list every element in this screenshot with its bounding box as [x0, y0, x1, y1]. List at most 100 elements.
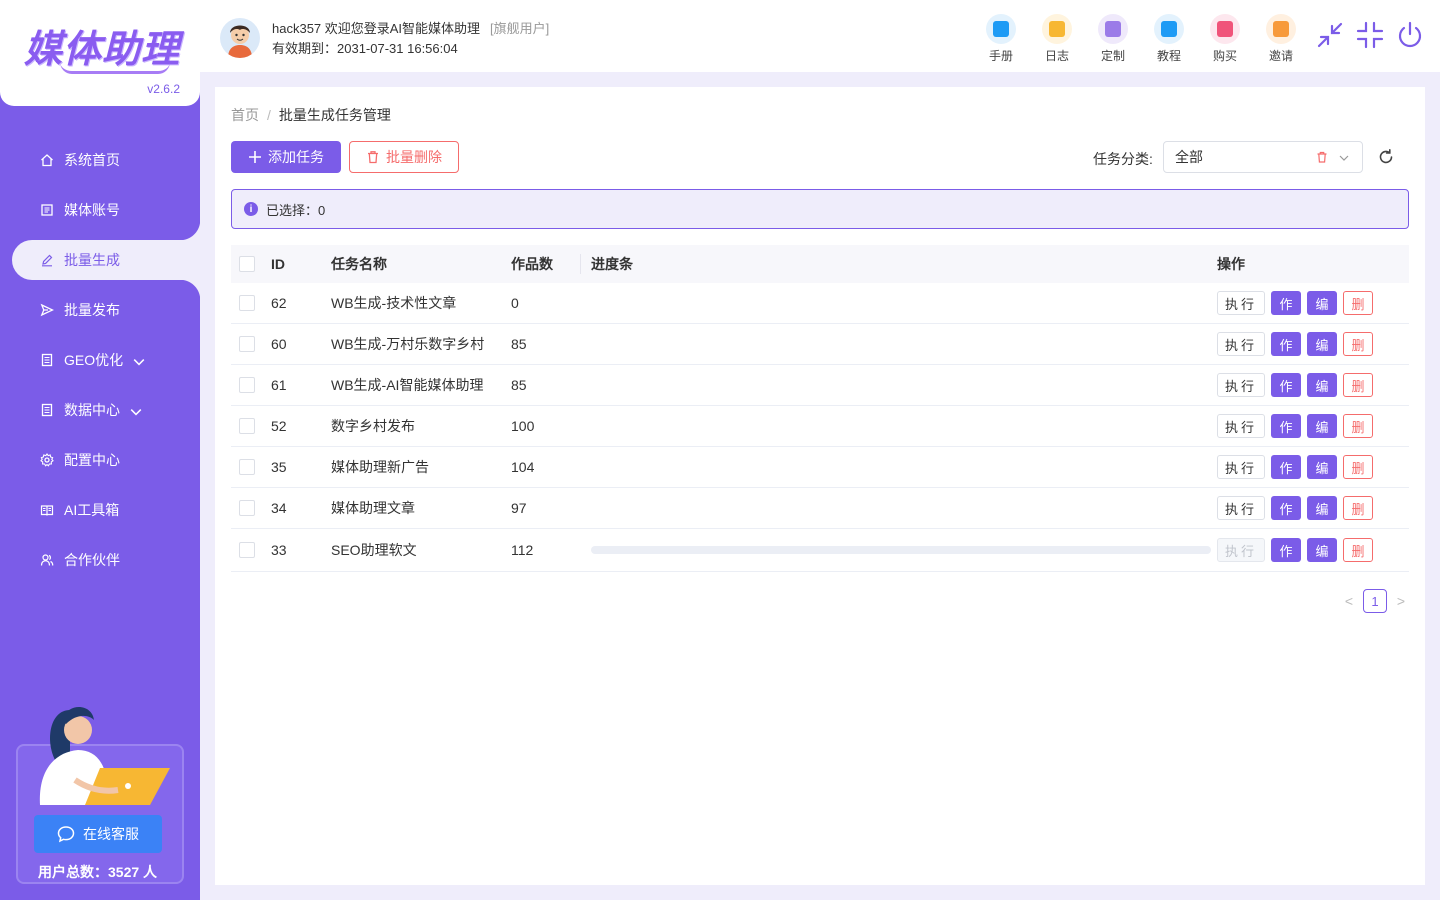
works-button[interactable]: 作	[1271, 373, 1301, 397]
row-checkbox[interactable]	[239, 500, 255, 516]
online-support-button[interactable]: 在线客服	[34, 815, 162, 853]
delete-button[interactable]: 删	[1343, 414, 1373, 438]
sidebar-item-label: 系统首页	[64, 152, 120, 168]
select-all-checkbox[interactable]	[239, 256, 255, 272]
row-checkbox[interactable]	[239, 295, 255, 311]
edit-button[interactable]: 编	[1307, 373, 1337, 397]
edit-button[interactable]: 编	[1307, 455, 1337, 479]
execute-button[interactable]: 执行	[1217, 291, 1265, 315]
row-actions: 执行作编删	[1217, 455, 1409, 479]
row-checkbox[interactable]	[239, 336, 255, 352]
works-button[interactable]: 作	[1271, 538, 1301, 562]
header-tool-0[interactable]: 手册	[973, 14, 1029, 64]
sidebar-item-label: 批量发布	[64, 302, 120, 318]
sidebar-item-1[interactable]: 媒体账号	[0, 190, 200, 230]
row-checkbox[interactable]	[239, 459, 255, 475]
task-name: 媒体助理文章	[331, 500, 415, 516]
column-header-id: ID	[271, 256, 285, 272]
sidebar-item-2[interactable]: 批量生成	[12, 220, 200, 300]
delete-button[interactable]: 删	[1343, 455, 1373, 479]
sidebar-item-label: 批量生成	[64, 252, 120, 268]
edit-button[interactable]: 编	[1307, 291, 1337, 315]
edit-button[interactable]: 编	[1307, 332, 1337, 356]
column-header-actions: 操作	[1217, 256, 1245, 272]
info-icon: i	[244, 202, 258, 216]
sidebar-item-8[interactable]: 合作伙伴	[0, 540, 200, 580]
header-tool-1[interactable]: 日志	[1029, 14, 1085, 64]
next-page-button[interactable]: >	[1393, 593, 1409, 609]
account-icon	[40, 203, 54, 217]
delete-button[interactable]: 删	[1343, 373, 1373, 397]
header-tool-5[interactable]: 邀请	[1253, 14, 1309, 64]
execute-button[interactable]: 执行	[1217, 373, 1265, 397]
header-tool-4[interactable]: 购买	[1197, 14, 1253, 64]
delete-button[interactable]: 删	[1343, 332, 1373, 356]
column-header-count: 作品数	[511, 254, 581, 274]
user-total: 用户总数：3527 人	[38, 864, 158, 880]
sidebar-item-label: GEO优化	[64, 352, 124, 368]
task-category-select[interactable]: 全部	[1163, 141, 1363, 173]
plus-icon	[249, 151, 261, 163]
header-tool-label: 手册	[988, 49, 1013, 63]
sidebar-item-3[interactable]: 批量发布	[0, 290, 200, 330]
works-button[interactable]: 作	[1271, 455, 1301, 479]
works-button[interactable]: 作	[1271, 414, 1301, 438]
batch-delete-button[interactable]: 批量删除	[349, 141, 459, 173]
delete-button[interactable]: 删	[1343, 291, 1373, 315]
row-checkbox[interactable]	[239, 377, 255, 393]
add-task-button[interactable]: 添加任务	[231, 141, 341, 173]
row-actions: 执行作编删	[1217, 414, 1409, 438]
table-row: 61 WB生成-AI智能媒体助理 85 执行作编删	[231, 365, 1409, 406]
selection-alert: i 已选择：0	[231, 189, 1409, 229]
delete-button[interactable]: 删	[1343, 496, 1373, 520]
sidebar-item-0[interactable]: 系统首页	[0, 140, 200, 180]
breadcrumb-home[interactable]: 首页	[231, 107, 259, 123]
row-select-cell	[231, 418, 271, 434]
header-tool-2[interactable]: 定制	[1085, 14, 1141, 64]
works-button[interactable]: 作	[1271, 291, 1301, 315]
sidebar-item-label: AI工具箱	[64, 502, 120, 518]
row-checkbox[interactable]	[239, 418, 255, 434]
sidebar-item-7[interactable]: AI工具箱	[0, 490, 200, 530]
shrink-icon[interactable]	[1355, 20, 1385, 50]
sidebar-item-6[interactable]: 配置中心	[0, 440, 200, 480]
prev-page-button[interactable]: <	[1341, 593, 1357, 609]
table-body: 62 WB生成-技术性文章 0 执行作编删 60 WB生成-万村乐数字乡村 85 执行作编删 6…	[231, 283, 1409, 572]
welcome-text: hack357 欢迎您登录AI智能媒体助理	[272, 21, 481, 36]
edit-button[interactable]: 编	[1307, 538, 1337, 562]
task-table: ID 任务名称 作品数 进度条 操作 62 WB生成-技术性文章 0 执行作编删 60 W…	[231, 245, 1409, 572]
edit-button[interactable]: 编	[1307, 496, 1337, 520]
delete-button[interactable]: 删	[1343, 538, 1373, 562]
sidebar-item-5[interactable]: 数据中心	[0, 390, 200, 430]
chat-icon	[57, 826, 75, 843]
refresh-icon[interactable]	[1377, 148, 1395, 166]
send-icon	[40, 303, 54, 317]
execute-button[interactable]: 执行	[1217, 332, 1265, 356]
sidebar-item-label: 数据中心	[64, 402, 120, 418]
selection-count: 已选择：0	[266, 202, 326, 218]
row-checkbox[interactable]	[239, 542, 255, 558]
task-name: 媒体助理新广告	[331, 459, 429, 475]
breadcrumb-separator: /	[267, 107, 271, 123]
execute-button: 执行	[1217, 538, 1265, 562]
execute-button[interactable]: 执行	[1217, 414, 1265, 438]
header-tool-3[interactable]: 教程	[1141, 14, 1197, 64]
works-button[interactable]: 作	[1271, 496, 1301, 520]
avatar[interactable]	[220, 18, 260, 58]
sidebar-item-label: 合作伙伴	[64, 552, 120, 568]
pagination: < 1 >	[1341, 589, 1409, 613]
power-icon[interactable]	[1395, 20, 1425, 50]
works-button[interactable]: 作	[1271, 332, 1301, 356]
chevron-down-icon	[130, 405, 142, 416]
row-select-cell	[231, 336, 271, 352]
page-number-current[interactable]: 1	[1363, 589, 1387, 613]
invite-icon	[1266, 14, 1296, 44]
execute-button[interactable]: 执行	[1217, 496, 1265, 520]
clear-trash-icon[interactable]	[1316, 151, 1328, 163]
execute-button[interactable]: 执行	[1217, 455, 1265, 479]
task-name: WB生成-AI智能媒体助理	[331, 377, 484, 393]
collapse-arrows-icon[interactable]	[1315, 20, 1345, 50]
sidebar-item-4[interactable]: GEO优化	[0, 340, 200, 380]
chevron-down-icon	[133, 355, 145, 366]
edit-button[interactable]: 编	[1307, 414, 1337, 438]
